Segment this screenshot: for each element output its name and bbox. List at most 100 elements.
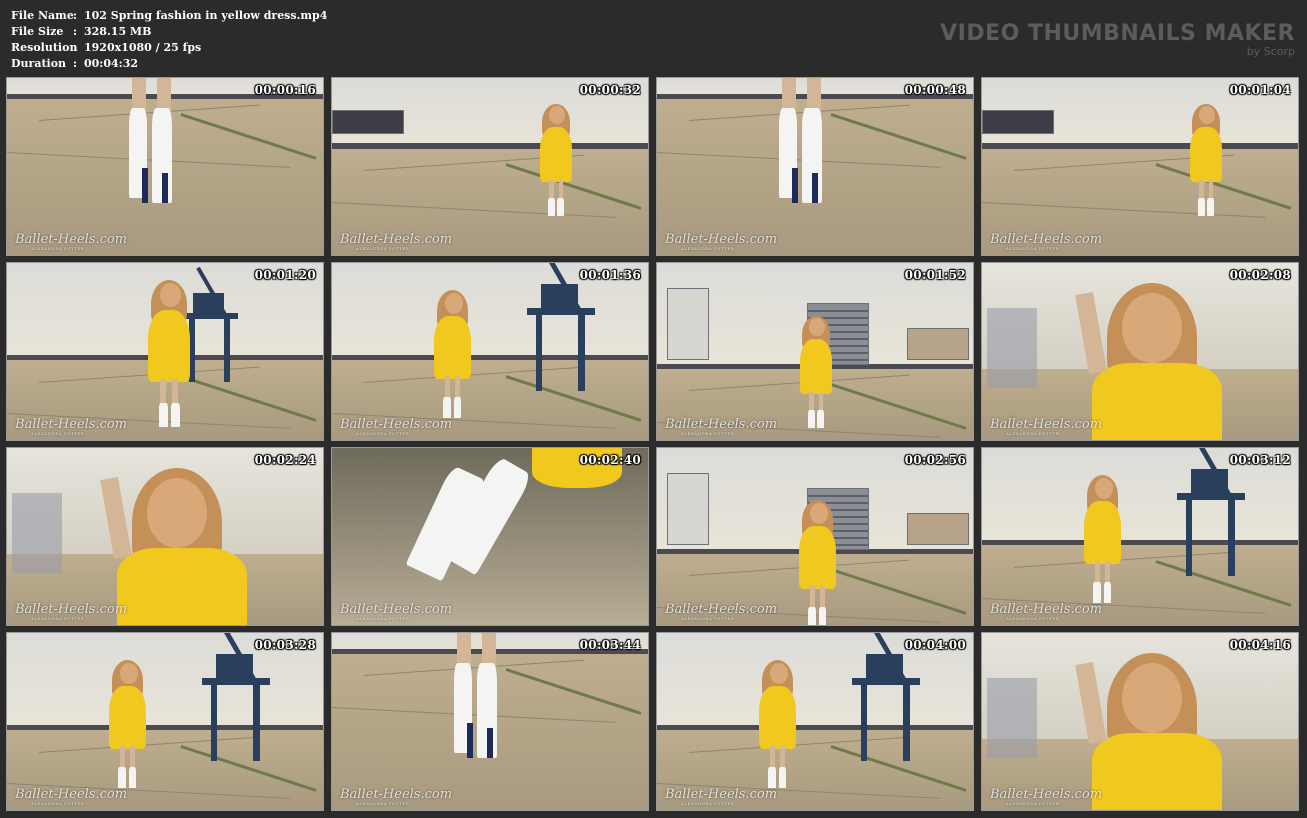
watermark-main: Ballet-Heels.com bbox=[990, 232, 1103, 247]
boot-heel bbox=[792, 168, 798, 203]
timestamp-label: 00:03:12 bbox=[1229, 453, 1291, 467]
video-thumbnail: 00:01:04 Ballet-Heels.com ALEXANDRA POTTER bbox=[981, 77, 1299, 256]
watermark-main: Ballet-Heels.com bbox=[340, 602, 453, 617]
file-info-value: 102 Spring fashion in yellow dress.mp4 bbox=[84, 9, 328, 22]
timestamp-label: 00:01:52 bbox=[904, 268, 966, 282]
watermark-main: Ballet-Heels.com bbox=[665, 787, 778, 802]
timestamp-label: 00:00:48 bbox=[904, 83, 966, 97]
white-boot bbox=[1198, 198, 1206, 217]
watermark-main: Ballet-Heels.com bbox=[990, 787, 1103, 802]
yellow-dress bbox=[148, 310, 190, 382]
crane-leg bbox=[253, 684, 260, 762]
file-info-separator: : bbox=[73, 9, 78, 22]
video-thumbnail: 00:02:08 Ballet-Heels.com ALEXANDRA POTTER bbox=[981, 262, 1299, 441]
head bbox=[1122, 663, 1182, 733]
house bbox=[907, 328, 969, 360]
timestamp-label: 00:02:08 bbox=[1229, 268, 1291, 282]
crane-leg bbox=[860, 684, 868, 762]
watermark-main: Ballet-Heels.com bbox=[665, 232, 778, 247]
brand-title: VIDEO THUMBNAILS MAKER bbox=[940, 21, 1295, 46]
file-info-value: 328.15 MB bbox=[84, 25, 152, 38]
yellow-dress bbox=[1092, 363, 1222, 440]
watermark-logo: Ballet-Heels.com ALEXANDRA POTTER bbox=[340, 788, 452, 806]
warehouse bbox=[982, 110, 1054, 134]
watermark-logo: Ballet-Heels.com ALEXANDRA POTTER bbox=[15, 418, 127, 436]
watermark-main: Ballet-Heels.com bbox=[340, 787, 453, 802]
file-info-row: File Size:328.15 MB bbox=[11, 24, 327, 40]
video-thumbnail: 00:03:12 Ballet-Heels.com ALEXANDRA POTTER bbox=[981, 447, 1299, 626]
head bbox=[119, 663, 138, 684]
watermark-main: Ballet-Heels.com bbox=[990, 417, 1103, 432]
white-building bbox=[667, 473, 709, 545]
boot-heel bbox=[142, 168, 148, 203]
white-boot bbox=[1093, 582, 1102, 603]
blurred-building bbox=[987, 678, 1037, 758]
white-boot bbox=[808, 410, 816, 429]
crane-leg bbox=[210, 684, 218, 762]
timestamp-label: 00:02:24 bbox=[254, 453, 316, 467]
file-info-panel: File Name:102 Spring fashion in yellow d… bbox=[11, 8, 327, 72]
video-thumbnail: 00:00:48 Ballet-Heels.com ALEXANDRA POTTER bbox=[656, 77, 974, 256]
file-info-row: File Name:102 Spring fashion in yellow d… bbox=[11, 8, 327, 24]
video-thumbnail: 00:00:16 Ballet-Heels.com ALEXANDRA POTTER bbox=[6, 77, 324, 256]
boot-heel bbox=[487, 728, 493, 758]
white-boot bbox=[768, 767, 777, 788]
video-thumbnail: 00:01:20 Ballet-Heels.com ALEXANDRA POTTER bbox=[6, 262, 324, 441]
watermark-main: Ballet-Heels.com bbox=[665, 417, 778, 432]
video-thumbnail: 00:00:32 Ballet-Heels.com ALEXANDRA POTTER bbox=[331, 77, 649, 256]
yellow-dress bbox=[1190, 126, 1223, 182]
watermark-logo: Ballet-Heels.com ALEXANDRA POTTER bbox=[665, 788, 777, 806]
yellow-dress bbox=[1084, 501, 1121, 564]
crane-beam bbox=[852, 678, 920, 685]
white-boot bbox=[548, 198, 556, 217]
white-boot bbox=[1207, 198, 1215, 217]
timestamp-label: 00:02:40 bbox=[579, 453, 641, 467]
yellow-dress bbox=[434, 316, 471, 379]
timestamp-label: 00:00:32 bbox=[579, 83, 641, 97]
watermark-main: Ballet-Heels.com bbox=[665, 602, 778, 617]
video-thumbnail: 00:04:00 Ballet-Heels.com ALEXANDRA POTTER bbox=[656, 632, 974, 811]
watermark-logo: Ballet-Heels.com ALEXANDRA POTTER bbox=[990, 603, 1102, 621]
head bbox=[809, 503, 828, 524]
yellow-dress bbox=[540, 126, 573, 182]
file-info-key: Duration bbox=[11, 57, 67, 70]
video-thumbnail: 00:01:52 Ballet-Heels.com ALEXANDRA POTTER bbox=[656, 262, 974, 441]
yellow-dress bbox=[117, 548, 247, 625]
file-info-row: Resolution:1920x1080 / 25 fps bbox=[11, 40, 327, 56]
crane-leg bbox=[903, 684, 910, 762]
timestamp-label: 00:04:00 bbox=[904, 638, 966, 652]
head bbox=[160, 283, 181, 307]
head bbox=[147, 478, 207, 548]
crane-leg bbox=[578, 314, 585, 392]
file-info-key: Resolution bbox=[11, 41, 78, 54]
watermark-logo: Ballet-Heels.com ALEXANDRA POTTER bbox=[340, 418, 452, 436]
watermark-logo: Ballet-Heels.com ALEXANDRA POTTER bbox=[340, 233, 452, 251]
building-window-row bbox=[808, 310, 868, 312]
watermark-main: Ballet-Heels.com bbox=[340, 417, 453, 432]
watermark-logo: Ballet-Heels.com ALEXANDRA POTTER bbox=[990, 788, 1102, 806]
video-thumbnail: 00:02:24 Ballet-Heels.com ALEXANDRA POTTER bbox=[6, 447, 324, 626]
boot-heel bbox=[467, 723, 473, 758]
file-info-row: Duration:00:04:32 bbox=[11, 56, 327, 72]
white-boot bbox=[443, 397, 452, 418]
white-boot bbox=[158, 403, 168, 427]
white-boot bbox=[118, 767, 127, 788]
white-boot bbox=[818, 607, 827, 625]
head bbox=[1122, 293, 1182, 363]
watermark-logo: Ballet-Heels.com ALEXANDRA POTTER bbox=[665, 418, 777, 436]
white-boot bbox=[808, 607, 817, 625]
video-thumbnail: 00:04:16 Ballet-Heels.com ALEXANDRA POTTER bbox=[981, 632, 1299, 811]
white-boot bbox=[1103, 582, 1112, 603]
watermark-logo: Ballet-Heels.com ALEXANDRA POTTER bbox=[340, 603, 452, 621]
crane-leg bbox=[1228, 499, 1235, 577]
crane-leg bbox=[224, 318, 230, 382]
building-window-row bbox=[808, 495, 868, 497]
white-boot bbox=[170, 403, 180, 427]
file-info-separator: : bbox=[73, 57, 78, 70]
file-info-separator: : bbox=[73, 25, 78, 38]
watermark-main: Ballet-Heels.com bbox=[15, 602, 128, 617]
file-info-value: 00:04:32 bbox=[84, 57, 139, 70]
watermark-main: Ballet-Heels.com bbox=[15, 787, 128, 802]
timestamp-label: 00:01:20 bbox=[254, 268, 316, 282]
yellow-dress bbox=[800, 338, 833, 394]
